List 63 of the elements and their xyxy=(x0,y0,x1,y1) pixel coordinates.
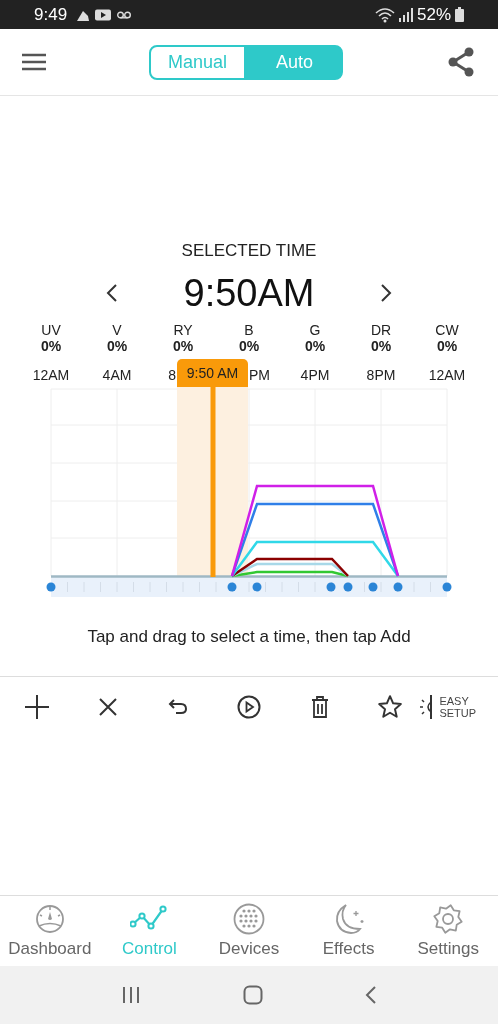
play-icon[interactable] xyxy=(237,694,261,719)
easy-setup-button[interactable]: EASY SETUP xyxy=(419,693,496,720)
channel-name: RY xyxy=(173,322,193,338)
battery-icon xyxy=(455,7,464,22)
channel-value: 0% xyxy=(40,338,62,354)
next-icon[interactable] xyxy=(380,283,393,303)
time-axis-label: 12AM xyxy=(32,366,70,384)
time-axis-label: 8PM xyxy=(366,366,396,384)
close-icon[interactable] xyxy=(98,697,117,716)
star-icon[interactable] xyxy=(377,693,404,720)
signal-icon xyxy=(398,7,413,22)
channel-value: 0% xyxy=(238,338,260,354)
channel-name: UV xyxy=(41,322,61,338)
voicemail-icon xyxy=(117,10,132,19)
sun-icon xyxy=(419,693,434,720)
channel-name: DR xyxy=(370,322,392,338)
time-axis-label: PM xyxy=(249,366,270,384)
clock: 9:49 xyxy=(34,3,68,26)
time-axis-label: 4AM xyxy=(102,366,132,384)
wifi-icon xyxy=(374,6,395,23)
keyframe-dot[interactable] xyxy=(326,582,336,592)
channel-value: 0% xyxy=(172,338,194,354)
settings-icon xyxy=(432,903,465,935)
undo-icon[interactable] xyxy=(168,698,189,715)
gauge-icon xyxy=(34,904,65,934)
nav-tab[interactable]: Devices xyxy=(199,896,299,966)
channel-name: G xyxy=(309,322,321,338)
trash-icon[interactable] xyxy=(310,695,329,718)
keyframe-dot[interactable] xyxy=(442,582,452,592)
battery-percentage: 52% xyxy=(416,3,451,26)
channel-value: 0% xyxy=(436,338,458,354)
keyframe-dot[interactable] xyxy=(46,582,56,592)
nav-tab[interactable]: Effects xyxy=(298,896,399,966)
time-marker-line[interactable] xyxy=(210,386,216,577)
channel-value: 0% xyxy=(370,338,392,354)
share-icon[interactable] xyxy=(446,47,476,77)
previous-icon[interactable] xyxy=(105,283,118,303)
nav-tab[interactable]: Dashboard xyxy=(0,896,100,966)
channel-value: 0% xyxy=(106,338,128,354)
keyframe-dot[interactable] xyxy=(368,582,378,592)
keyframe-dot[interactable] xyxy=(343,582,353,592)
time-axis-label: 4PM xyxy=(300,366,330,384)
video-icon xyxy=(95,8,112,21)
channel-name: CW xyxy=(435,322,459,338)
home-icon[interactable] xyxy=(243,985,263,1005)
led-panel-icon xyxy=(233,903,265,935)
back-icon[interactable] xyxy=(365,985,377,1005)
channel-name: B xyxy=(244,322,254,338)
time-axis-label: 12AM xyxy=(428,366,466,384)
recent-apps-icon[interactable] xyxy=(121,986,141,1004)
keyframe-dot[interactable] xyxy=(393,582,403,592)
selected-time: 9:50AM xyxy=(183,271,315,316)
time-axis-label: 8 xyxy=(168,366,176,384)
add-icon[interactable] xyxy=(25,694,50,719)
nav-tab[interactable]: Settings xyxy=(398,896,498,966)
hint-text: Tap and drag to select a time, then tap Add xyxy=(86,626,412,648)
keyframe-dot[interactable] xyxy=(227,582,237,592)
channel-value: 0% xyxy=(304,338,326,354)
keyframe-dot[interactable] xyxy=(252,582,262,592)
selected-time-label: SELECTED TIME xyxy=(180,241,318,261)
channel-name: V xyxy=(112,322,122,338)
menu-icon[interactable] xyxy=(22,53,46,71)
time-marker-label[interactable]: 9:50 AM xyxy=(177,359,248,387)
